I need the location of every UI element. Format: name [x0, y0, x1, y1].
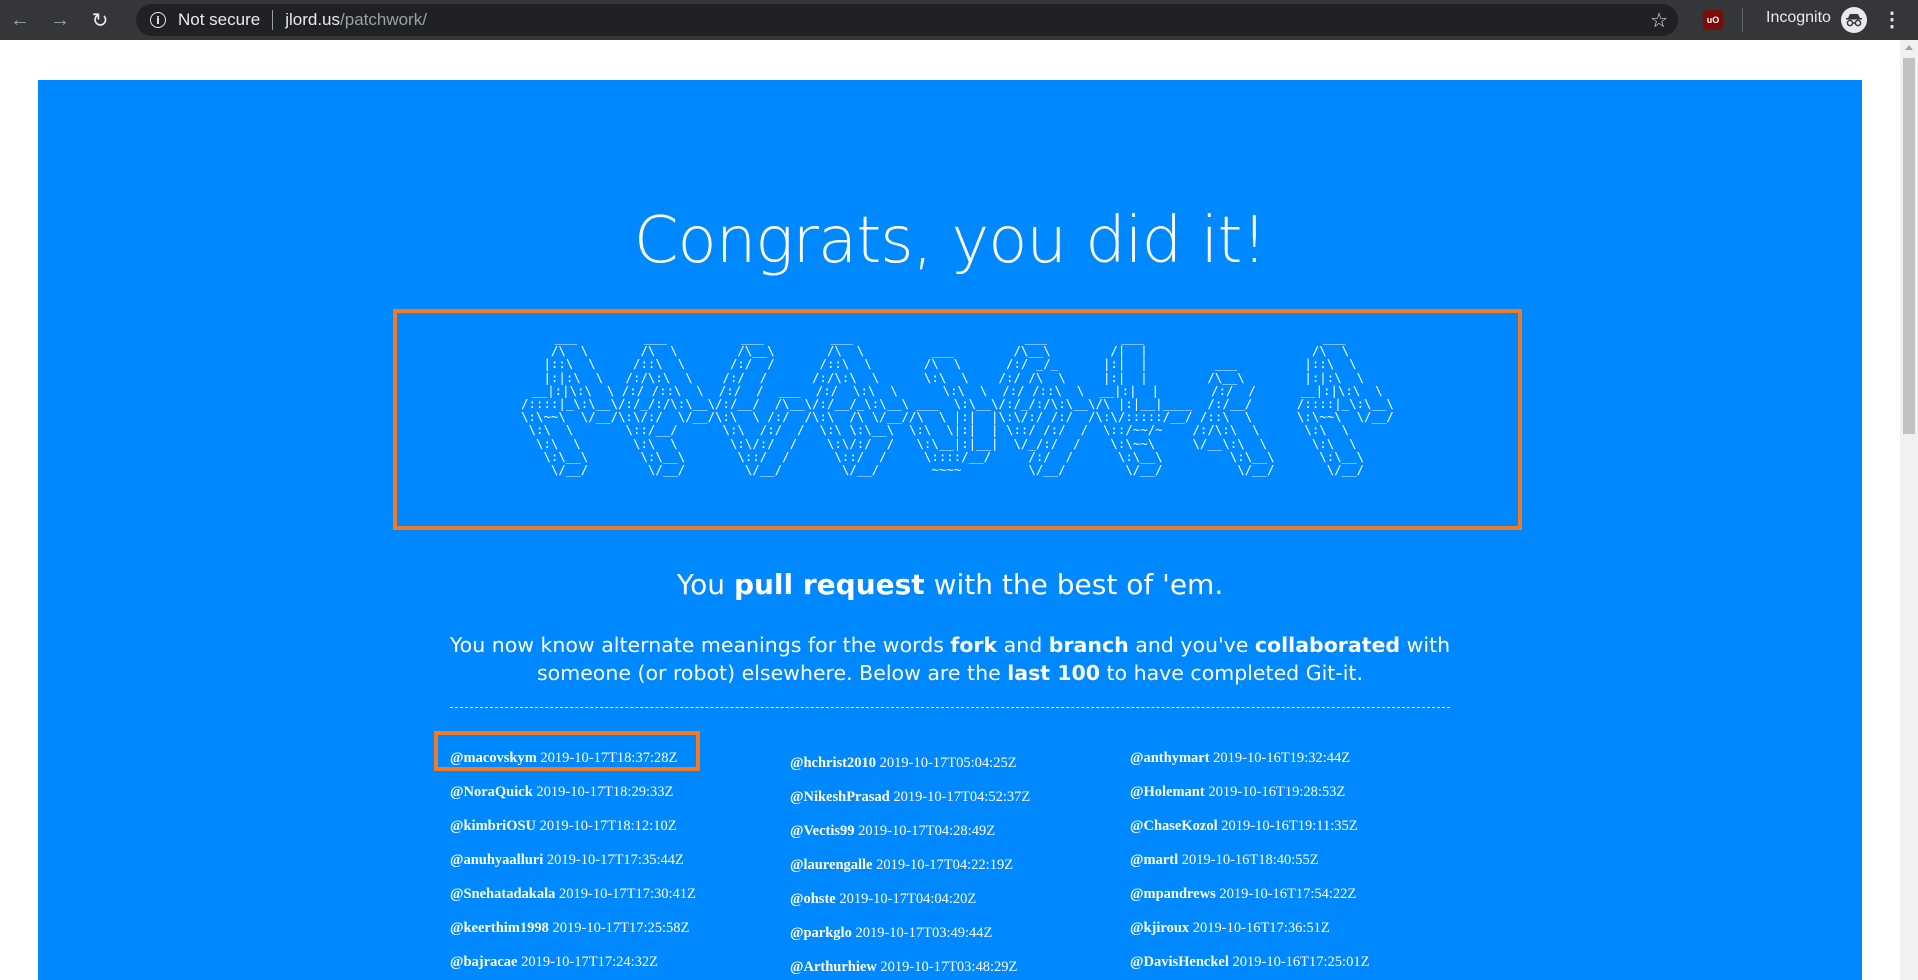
completer-handle-link[interactable]: @martl — [1130, 852, 1178, 868]
completer-handle-link[interactable]: @Vectis99 — [790, 823, 855, 839]
url-path[interactable]: /patchwork/ — [340, 10, 427, 30]
reload-icon[interactable]: ↻ — [80, 0, 120, 40]
dashed-divider — [450, 707, 1450, 708]
completer-timestamp: 2019-10-16T17:54:22Z — [1219, 886, 1357, 902]
ascii-art-patchwork: ___ ___ ___ ___ ___ ___ ___ /\ \ /\ \ /\… — [521, 330, 1394, 478]
completer-timestamp: 2019-10-16T19:32:44Z — [1213, 750, 1351, 766]
desc-last-100: last 100 — [1007, 661, 1100, 685]
completer-entry: @NoraQuick 2019-10-17T18:29:33Z — [450, 784, 673, 801]
browser-toolbar: ← → ↻ i Not secure jlord.us/patchwork/ ☆… — [0, 0, 1918, 40]
completer-entry: @mpandrews 2019-10-16T17:54:22Z — [1130, 886, 1356, 903]
completer-entry: @Arthurhiew 2019-10-17T03:48:29Z — [790, 959, 1017, 976]
tagline-pre: You — [676, 568, 734, 601]
tagline: You pull request with the best of 'em. — [38, 568, 1862, 601]
description: You now know alternate meanings for the … — [440, 631, 1460, 687]
kebab-menu-icon[interactable]: ⋮ — [1882, 7, 1902, 33]
desc-part-2: and — [997, 633, 1049, 657]
completer-entry: @martl 2019-10-16T18:40:55Z — [1130, 852, 1319, 869]
security-label[interactable]: Not secure — [178, 10, 260, 30]
desc-part-3: and you've — [1128, 633, 1255, 657]
completer-handle-link[interactable]: @anthymart — [1130, 750, 1210, 766]
back-arrow-icon[interactable]: ← — [0, 0, 40, 40]
completer-timestamp: 2019-10-16T17:36:51Z — [1192, 920, 1330, 936]
info-icon[interactable]: i — [150, 12, 166, 28]
completer-entry: @ohste 2019-10-17T04:04:20Z — [790, 891, 976, 908]
url-host[interactable]: jlord.us — [285, 10, 340, 30]
desc-part-5: to have completed Git-it. — [1100, 661, 1363, 685]
address-bar[interactable]: i Not secure jlord.us/patchwork/ ☆ — [136, 4, 1678, 36]
address-divider — [272, 10, 274, 30]
ublock-extension-icon[interactable]: uO — [1703, 10, 1723, 30]
completer-entry: @DavisHenckel 2019-10-16T17:25:01Z — [1130, 954, 1369, 971]
completer-entry: @keerthim1998 2019-10-17T17:25:58Z — [450, 920, 689, 937]
completer-entry: @ChaseKozol 2019-10-16T19:11:35Z — [1130, 818, 1358, 835]
completer-timestamp: 2019-10-17T03:48:29Z — [880, 959, 1018, 975]
completer-timestamp: 2019-10-16T19:11:35Z — [1221, 818, 1358, 834]
completer-timestamp: 2019-10-17T17:35:44Z — [546, 852, 684, 868]
completer-entry: @kjiroux 2019-10-16T17:36:51Z — [1130, 920, 1330, 937]
completer-handle-link[interactable]: @keerthim1998 — [450, 920, 549, 936]
completer-timestamp: 2019-10-16T17:25:01Z — [1232, 954, 1370, 970]
completer-handle-link[interactable]: @kjiroux — [1130, 920, 1189, 936]
first-entry-highlight — [434, 731, 700, 771]
completer-entry: @kimbriOSU 2019-10-17T18:12:10Z — [450, 818, 677, 835]
completer-handle-link[interactable]: @laurengalle — [790, 857, 873, 873]
completer-timestamp: 2019-10-17T04:22:19Z — [876, 857, 1014, 873]
completer-handle-link[interactable]: @parkglo — [790, 925, 852, 941]
completer-entry: @Snehatadakala 2019-10-17T17:30:41Z — [450, 886, 696, 903]
incognito-icon[interactable] — [1841, 7, 1867, 33]
tagline-post: with the best of 'em. — [924, 568, 1224, 601]
completer-handle-link[interactable]: @mpandrews — [1130, 886, 1216, 902]
completer-entry: @anuhyaalluri 2019-10-17T17:35:44Z — [450, 852, 684, 869]
completer-timestamp: 2019-10-16T19:28:53Z — [1208, 784, 1346, 800]
completer-timestamp: 2019-10-17T04:28:49Z — [858, 823, 996, 839]
completer-handle-link[interactable]: @Snehatadakala — [450, 886, 555, 902]
completer-entry: @NikeshPrasad 2019-10-17T04:52:37Z — [790, 789, 1030, 806]
page-title: Congrats, you did it! — [633, 204, 1267, 278]
completer-handle-link[interactable]: @NoraQuick — [450, 784, 533, 800]
completer-handle-link[interactable]: @ohste — [790, 891, 836, 907]
completer-handle-link[interactable]: @Arthurhiew — [790, 959, 877, 975]
completer-handle-link[interactable]: @anuhyaalluri — [450, 852, 543, 868]
completer-timestamp: 2019-10-16T18:40:55Z — [1181, 852, 1319, 868]
desc-part-1: You now know alternate meanings for the … — [449, 633, 951, 657]
completer-handle-link[interactable]: @NikeshPrasad — [790, 789, 890, 805]
tagline-bold: pull request — [733, 568, 925, 601]
completer-handle-link[interactable]: @bajracae — [450, 954, 517, 970]
completer-entry: @laurengalle 2019-10-17T04:22:19Z — [790, 857, 1013, 874]
completer-entry: @hchrist2010 2019-10-17T05:04:25Z — [790, 755, 1017, 772]
completer-entry: @bajracae 2019-10-17T17:24:32Z — [450, 954, 658, 971]
completer-timestamp: 2019-10-17T17:30:41Z — [558, 886, 696, 902]
completer-handle-link[interactable]: @kimbriOSU — [450, 818, 536, 834]
desc-fork: fork — [950, 633, 998, 657]
completer-timestamp: 2019-10-17T04:52:37Z — [893, 789, 1031, 805]
completer-entry: @anthymart 2019-10-16T19:32:44Z — [1130, 750, 1350, 767]
completer-entry: @Holemant 2019-10-16T19:28:53Z — [1130, 784, 1345, 801]
toolbar-divider — [1742, 8, 1743, 32]
ascii-art-highlight: ___ ___ ___ ___ ___ ___ ___ /\ \ /\ \ /\… — [393, 309, 1522, 530]
scroll-up-arrow-icon[interactable] — [1905, 45, 1913, 50]
desc-collaborated: collaborated — [1254, 633, 1401, 657]
completer-entry: @Vectis99 2019-10-17T04:28:49Z — [790, 823, 995, 840]
completer-handle-link[interactable]: @Holemant — [1130, 784, 1205, 800]
bookmark-star-icon[interactable]: ☆ — [1650, 8, 1668, 33]
desc-branch: branch — [1048, 633, 1129, 657]
completer-handle-link[interactable]: @DavisHenckel — [1130, 954, 1229, 970]
page-viewport: Congrats, you did it! ___ ___ ___ ___ __… — [0, 40, 1900, 980]
page-scrollbar[interactable] — [1900, 40, 1918, 980]
incognito-label: Incognito — [1766, 9, 1831, 26]
completer-timestamp: 2019-10-17T04:04:20Z — [839, 891, 977, 907]
completer-timestamp: 2019-10-17T05:04:25Z — [879, 755, 1017, 771]
congrats-panel: Congrats, you did it! ___ ___ ___ ___ __… — [38, 80, 1862, 980]
completer-handle-link[interactable]: @ChaseKozol — [1130, 818, 1218, 834]
forward-arrow-icon[interactable]: → — [40, 0, 80, 40]
completer-timestamp: 2019-10-17T03:49:44Z — [855, 925, 993, 941]
completer-timestamp: 2019-10-17T18:12:10Z — [539, 818, 677, 834]
scroll-thumb[interactable] — [1903, 58, 1915, 434]
completer-handle-link[interactable]: @hchrist2010 — [790, 755, 876, 771]
completer-timestamp: 2019-10-17T17:24:32Z — [521, 954, 659, 970]
completer-timestamp: 2019-10-17T17:25:58Z — [552, 920, 690, 936]
completer-entry: @parkglo 2019-10-17T03:49:44Z — [790, 925, 992, 942]
completer-timestamp: 2019-10-17T18:29:33Z — [536, 784, 674, 800]
